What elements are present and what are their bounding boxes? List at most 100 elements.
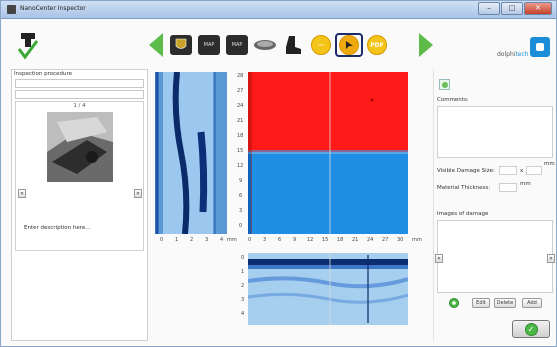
b-scan-view[interactable] [248, 253, 408, 325]
camera-button[interactable] [449, 298, 459, 308]
add-comment-button[interactable] [439, 79, 450, 90]
y-tick-7: 9 [239, 178, 243, 184]
side-scan-view[interactable] [155, 72, 227, 234]
comments-textarea[interactable] [437, 106, 553, 158]
scanner-tool-icon [254, 40, 276, 50]
mapper-tool-button[interactable]: MAP [195, 33, 223, 57]
minimize-button[interactable]: – [478, 2, 500, 15]
damage-height-input[interactable] [526, 166, 542, 175]
material-thickness-input[interactable] [499, 183, 517, 192]
y-tick-0: 28 [237, 73, 244, 79]
card-next-button[interactable]: » [134, 189, 142, 198]
main-x-tick-6: 18 [337, 237, 344, 243]
pdf-tool-icon: PDF [367, 35, 387, 55]
comments-label: Comments: [437, 97, 469, 103]
damage-x-label: x [520, 168, 524, 174]
side-x-unit: mm [227, 237, 237, 243]
inspection-procedure-panel: Inspection procedure 1 / 4 « » Enter des… [11, 69, 148, 341]
damage-images-area[interactable] [437, 220, 553, 293]
main-x-tick-8: 24 [367, 237, 374, 243]
main-x-tick-3: 9 [293, 237, 297, 243]
scan-view-area: 0 1 2 3 4 mm 28 27 24 21 18 15 12 9 6 3 … [148, 69, 433, 341]
y-tick-5: 15 [237, 148, 244, 154]
inspection-procedure-label: Inspection procedure [14, 71, 73, 77]
next-step-arrow-icon[interactable] [419, 33, 433, 57]
maximize-button[interactable]: □ [501, 2, 523, 15]
step-counter: 1 / 4 [73, 103, 86, 109]
bottom-y-tick-2: 2 [241, 283, 245, 289]
images-prev-button[interactable]: « [435, 254, 443, 263]
scanner-tool-button[interactable] [251, 33, 279, 57]
y-tick-4: 18 [237, 133, 244, 139]
close-button[interactable]: ✕ [524, 2, 552, 15]
inspection-details-panel: Comments: Visible Damage Size: x mm Mate… [433, 69, 556, 341]
damage-width-input[interactable] [499, 166, 517, 175]
y-tick-1: 27 [237, 88, 244, 94]
yellow-circle-tool-button[interactable]: ⋯ [307, 33, 335, 57]
side-x-tick-3: 3 [205, 237, 209, 243]
step-description[interactable]: Enter description here... [24, 225, 90, 231]
side-x-tick-4: 4 [220, 237, 224, 243]
previous-step-arrow-icon[interactable] [149, 33, 163, 57]
delete-image-button[interactable]: Delete [494, 298, 516, 308]
c-scan-map[interactable] [248, 72, 408, 234]
bottom-y-tick-4: 4 [241, 311, 245, 317]
procedure-field[interactable] [15, 79, 144, 88]
pdf-tool-button[interactable]: PDF [363, 33, 391, 57]
material-thickness-label: Material Thickness: [437, 185, 491, 191]
bottom-y-tick-1: 1 [241, 269, 245, 275]
main-x-tick-1: 3 [263, 237, 267, 243]
camera-icon [452, 301, 456, 305]
side-x-tick-0: 0 [160, 237, 164, 243]
y-tick-3: 21 [237, 118, 244, 124]
images-next-button[interactable]: » [547, 254, 555, 263]
edit-image-button[interactable]: Edit [472, 298, 490, 308]
y-tick-6: 12 [237, 163, 244, 169]
procedure-photo[interactable] [47, 112, 113, 182]
procedure-subfield[interactable] [15, 90, 144, 99]
add-image-button[interactable]: Add [522, 298, 542, 308]
bottom-y-tick-0: 0 [241, 255, 245, 261]
main-x-tick-7: 21 [352, 237, 359, 243]
mapper2-tool-icon: MAP [226, 35, 248, 55]
app-window: NanoCenter Inspector – □ ✕ MAP MAP ⋯ PDF… [0, 0, 557, 347]
crest-tool-button[interactable] [167, 33, 195, 57]
title-bar: NanoCenter Inspector – □ ✕ [1, 1, 556, 19]
side-x-tick-2: 2 [190, 237, 194, 243]
app-icon [7, 5, 16, 14]
brand-logo-icon [530, 37, 550, 57]
images-of-damage-label: Images of damage [437, 211, 489, 217]
main-x-tick-10: 30 [397, 237, 404, 243]
card-prev-button[interactable]: « [18, 189, 26, 198]
main-x-tick-0: 0 [248, 237, 252, 243]
side-x-tick-1: 1 [175, 237, 179, 243]
inspector-logo-icon [17, 33, 39, 60]
pointer-tool-button[interactable] [335, 33, 363, 57]
brand-logo: dolphitech [497, 37, 553, 65]
ok-button[interactable]: ✓ [512, 320, 550, 338]
procedure-card: 1 / 4 « » Enter description here... [15, 101, 144, 251]
main-x-unit: mm [412, 237, 422, 243]
main-x-tick-4: 12 [307, 237, 314, 243]
pointer-tool-icon [339, 35, 359, 55]
y-tick-2: 24 [237, 103, 244, 109]
boot-tool-button[interactable] [279, 33, 307, 57]
mapper2-tool-button[interactable]: MAP [223, 33, 251, 57]
damage-unit-label: mm [544, 161, 555, 167]
main-x-tick-9: 27 [382, 237, 389, 243]
yellow-circle-tool-icon: ⋯ [311, 35, 331, 55]
y-tick-10: 0 [239, 223, 243, 229]
y-tick-8: 6 [239, 193, 243, 199]
toolbar: MAP MAP ⋯ PDF dolphitech [1, 19, 556, 69]
thickness-unit-label: mm [520, 181, 531, 187]
y-tick-9: 3 [239, 208, 243, 214]
main-x-tick-5: 15 [322, 237, 329, 243]
brand-suffix: tech [515, 51, 529, 58]
brand-prefix: dolphi [497, 51, 516, 58]
window-title: NanoCenter Inspector [20, 5, 86, 12]
checkmark-icon: ✓ [524, 322, 538, 336]
main-x-tick-2: 6 [278, 237, 282, 243]
crest-tool-icon [170, 35, 192, 55]
boot-tool-icon [286, 36, 301, 54]
mapper-tool-icon: MAP [198, 35, 220, 55]
